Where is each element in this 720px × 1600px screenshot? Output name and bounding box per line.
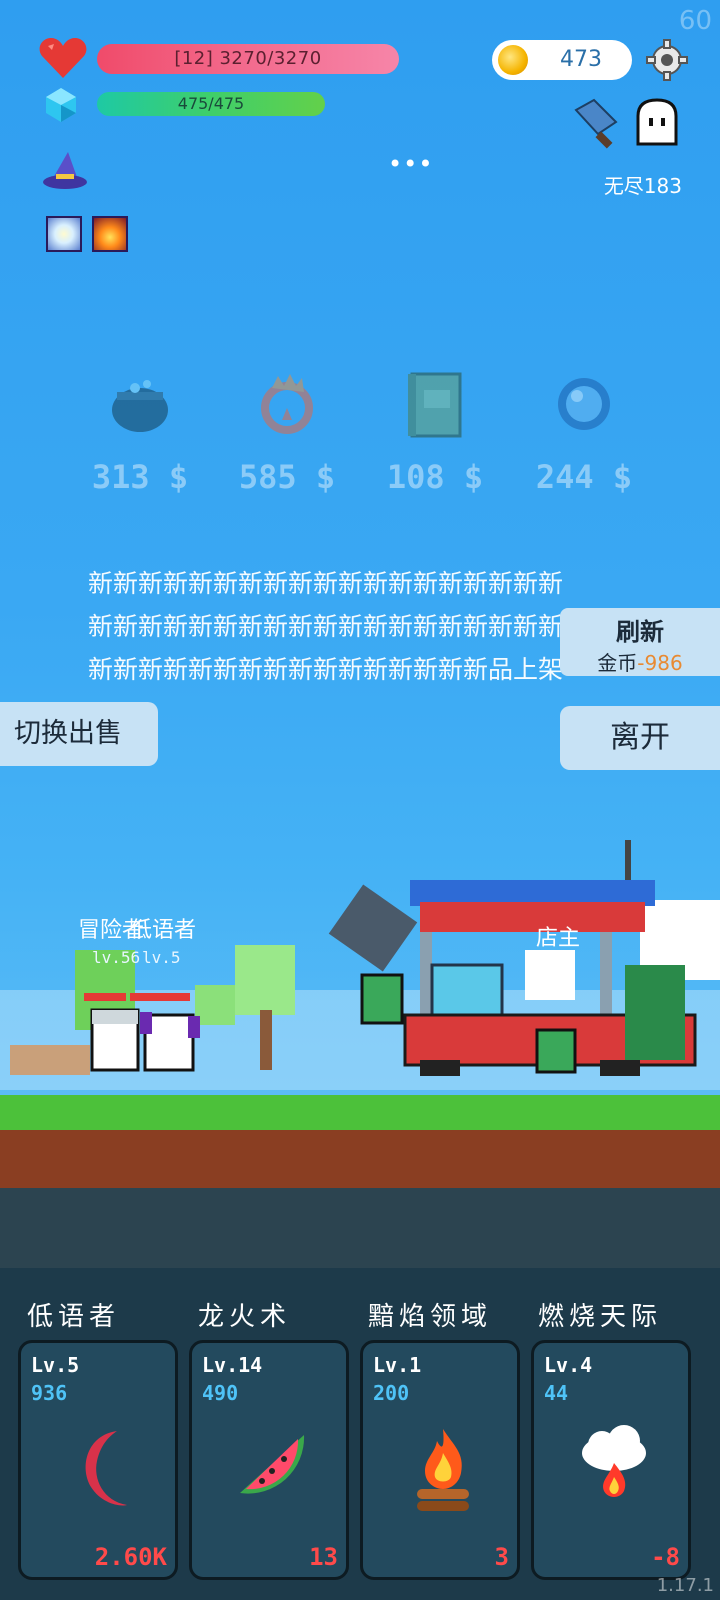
heart-icon [39,38,87,78]
hero1-hp-bar [84,993,126,1001]
fire-buff-icon[interactable] [92,216,128,252]
hp-bar: [12] 3270/3270 [97,44,399,74]
skill-name-1: 低语者 [27,1302,121,1332]
shop-item-price: 244 $ [535,458,633,496]
skill-card-4[interactable]: Lv.4 44 -8 [531,1340,691,1580]
new-items-notice: 新新新新新新新新新新新新新新新新新新新新新新新新新新新新新新新新新新新新新新新新… [88,569,564,684]
skill-value: 200 [373,1381,410,1405]
ground-grass [0,1095,720,1135]
refresh-cost-value: -986 [637,651,683,675]
skill-name-3: 黯焰领域 [368,1302,493,1332]
hero2-name: 低语者 [130,918,197,943]
skill-name-4: 燃烧天际 [538,1302,663,1332]
fire-ring-icon [261,374,313,434]
ghost-avatar-icon[interactable] [632,98,682,148]
endless-stage-label: 无尽183 [603,174,682,198]
hero2-hp-bar [130,993,190,1001]
fire-cloud-icon [582,1425,646,1497]
skill-name-2: 龙火术 [198,1302,292,1332]
skill-bottom-value: 2.60K [94,1543,167,1571]
hero2-level: lv.5 [142,948,181,967]
skill-value: 936 [31,1381,68,1405]
ground-dirt [0,1130,720,1188]
refresh-cost-label: 金币 [597,651,638,675]
skill-value: 490 [202,1381,239,1405]
shop-item-price: 585 $ [238,458,336,496]
shop-item-price: 313 $ [91,458,189,496]
skill-card-2[interactable]: Lv.14 490 13 [189,1340,349,1580]
switch-sell-button[interactable]: 切换出售 [0,702,158,766]
campfire-icon [417,1429,469,1511]
leave-button[interactable]: 离开 [560,706,720,770]
cleaver-icon[interactable] [572,98,626,150]
crescent-moon-icon [85,1431,127,1506]
refresh-cost: 金币-986 [560,647,720,676]
skill-card-1[interactable]: Lv.5 936 2.60K [18,1340,178,1580]
blue-orb-icon [558,378,610,430]
underground [0,1188,720,1268]
skill-bottom-value: -8 [651,1543,680,1571]
cauldron-icon [112,380,168,432]
light-buff-icon[interactable] [46,216,82,252]
coin-amount: 473 [560,47,602,72]
watermelon-icon [240,1435,305,1494]
coin-counter: 473 [492,40,632,80]
skill-card-3[interactable]: Lv.1 200 3 [360,1340,520,1580]
skill-value: 44 [544,1381,569,1405]
skill-level: Lv.4 [544,1353,593,1377]
mp-bar: 475/475 [97,92,325,116]
coin-icon [498,45,528,75]
mana-gem-icon [46,88,76,122]
wizard-hat-icon[interactable] [42,150,88,192]
skill-level: Lv.5 [31,1353,80,1377]
fps-counter: 60 [678,6,712,36]
menu-dots[interactable]: ••• [388,150,433,178]
skill-level: Lv.1 [373,1353,422,1377]
gear-icon[interactable] [645,38,689,82]
skill-bottom-value: 3 [494,1543,509,1571]
skill-level: Lv.14 [202,1353,263,1377]
shop-owner-label: 店主 [536,926,581,951]
refresh-label: 刷新 [616,618,664,646]
spell-book-icon [408,372,462,438]
version-label: 1.17.1 [656,1575,714,1596]
refresh-button[interactable]: 刷新 金币-986 [560,608,720,676]
hero1-level: lv.56 [92,948,141,967]
shop-item-price: 108 $ [386,458,484,496]
skill-bottom-value: 13 [309,1543,338,1571]
